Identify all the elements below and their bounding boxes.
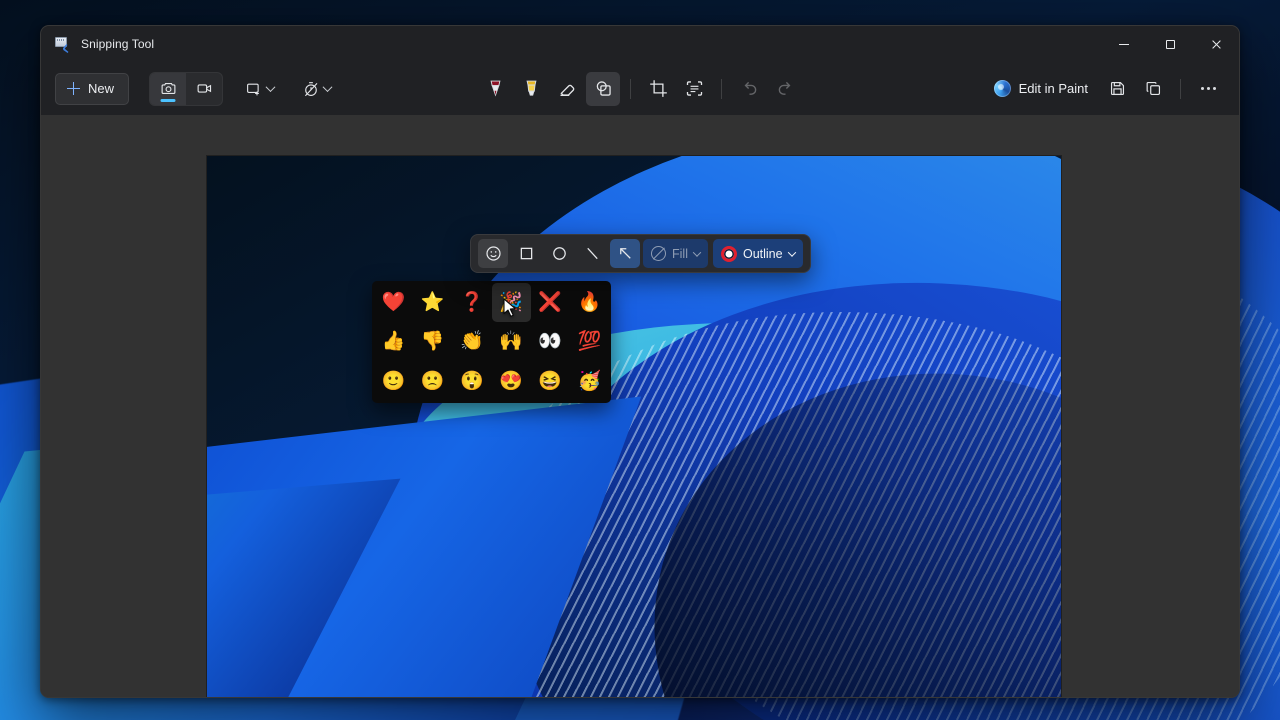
new-snip-label: New xyxy=(88,81,115,96)
crop-button[interactable] xyxy=(641,72,675,106)
clapping-hands-emoji[interactable]: 👏 xyxy=(452,322,491,361)
tool-divider xyxy=(1180,78,1181,99)
pen-icon xyxy=(490,80,500,97)
snipping-tool-window: Snipping Tool New Edit in Paint ❤️ ⭐ ❓ 🎉… xyxy=(40,25,1240,698)
cross-mark-emoji[interactable]: ❌ xyxy=(531,283,570,322)
emoji-tool-button[interactable] xyxy=(478,239,508,268)
thumbs-down-emoji[interactable]: 👎 xyxy=(413,322,452,361)
timer-off-icon xyxy=(304,81,318,96)
command-bar-right: Edit in Paint xyxy=(984,72,1225,106)
title-bar[interactable]: Snipping Tool xyxy=(41,26,1239,62)
paint-app-icon xyxy=(993,80,1011,97)
save-button[interactable] xyxy=(1100,72,1134,106)
highlighter-icon xyxy=(526,80,536,96)
maximize-button[interactable] xyxy=(1147,26,1193,62)
redo-icon xyxy=(778,81,790,95)
annotation-tools xyxy=(478,71,802,106)
edit-in-paint-button[interactable]: Edit in Paint xyxy=(984,73,1098,105)
emoji-picker-panel: ❤️ ⭐ ❓ 🎉 ❌ 🔥 👍 👎 👏 🙌 👀 💯 🙂 🙁 😲 😍 😆 🥳 xyxy=(372,281,611,403)
video-camera-icon xyxy=(197,84,211,93)
redo-button[interactable] xyxy=(768,72,802,106)
close-button[interactable] xyxy=(1193,26,1239,62)
square-tool-button[interactable] xyxy=(511,239,541,268)
astonished-face-emoji[interactable]: 😲 xyxy=(452,362,491,401)
hundred-points-emoji[interactable]: 💯 xyxy=(570,322,609,361)
new-snip-button[interactable]: New xyxy=(55,72,130,105)
raising-hands-emoji[interactable]: 🙌 xyxy=(492,322,531,361)
party-popper-emoji[interactable]: 🎉 xyxy=(491,283,531,323)
line-tool-button[interactable] xyxy=(577,239,607,268)
crop-icon xyxy=(649,80,667,97)
heart-eyes-face-emoji[interactable]: 😍 xyxy=(492,362,531,401)
edit-in-paint-label: Edit in Paint xyxy=(1018,81,1088,96)
window-title: Snipping Tool xyxy=(81,37,155,51)
save-icon xyxy=(1110,81,1124,96)
chevron-down-icon xyxy=(265,82,276,93)
line-icon xyxy=(586,247,598,260)
ballpoint-pen-button[interactable] xyxy=(478,72,512,106)
shapes-button[interactable] xyxy=(586,71,620,106)
shapes-icon xyxy=(596,81,611,96)
arrow-tool-button[interactable] xyxy=(610,239,640,268)
grinning-squinting-face-emoji[interactable]: 😆 xyxy=(531,362,570,401)
copy-icon xyxy=(1146,81,1160,96)
undo-button[interactable] xyxy=(732,72,766,106)
record-mode-button[interactable] xyxy=(186,73,222,105)
rectangle-snip-icon xyxy=(247,83,259,95)
fill-label: Fill xyxy=(672,246,688,261)
minimize-button[interactable] xyxy=(1101,26,1147,62)
circle-icon xyxy=(552,247,566,260)
copy-button[interactable] xyxy=(1136,72,1170,106)
star-emoji[interactable]: ⭐ xyxy=(413,283,452,322)
frowning-face-emoji[interactable]: 🙁 xyxy=(413,362,452,401)
tool-divider xyxy=(630,78,631,99)
text-actions-button[interactable] xyxy=(677,72,711,106)
outline-dropdown[interactable]: Outline xyxy=(712,239,803,268)
partying-face-emoji[interactable]: 🥳 xyxy=(570,362,609,401)
fill-dropdown[interactable]: Fill xyxy=(643,239,708,268)
eraser-icon xyxy=(559,84,574,96)
delay-dropdown[interactable] xyxy=(294,73,337,105)
command-bar: New Edit in Paint xyxy=(41,62,1239,115)
arrow-icon xyxy=(619,248,631,259)
plus-icon xyxy=(67,82,80,95)
ellipsis-icon xyxy=(1200,87,1216,90)
smiley-icon xyxy=(485,246,501,261)
chevron-down-icon xyxy=(692,247,702,257)
eyes-emoji[interactable]: 👀 xyxy=(531,322,570,361)
tool-divider xyxy=(721,78,722,99)
capture-mode-toggle xyxy=(149,71,224,106)
text-actions-icon xyxy=(686,81,702,96)
fire-emoji[interactable]: 🔥 xyxy=(570,283,609,322)
slightly-smiling-face-emoji[interactable]: 🙂 xyxy=(374,362,413,401)
eraser-button[interactable] xyxy=(550,72,584,106)
chevron-down-icon xyxy=(322,82,333,93)
snip-shape-dropdown[interactable] xyxy=(237,73,280,105)
no-fill-icon xyxy=(651,246,666,261)
outline-ring-icon xyxy=(720,245,737,262)
chevron-down-icon xyxy=(787,247,796,257)
canvas-area: ❤️ ⭐ ❓ 🎉 ❌ 🔥 👍 👎 👏 🙌 👀 💯 🙂 🙁 😲 😍 😆 🥳 Fil… xyxy=(41,115,1239,697)
snip-mode-button[interactable] xyxy=(150,72,187,105)
outline-label: Outline xyxy=(742,246,783,261)
shape-toolbar: Fill Outline xyxy=(470,234,811,273)
heart-emoji[interactable]: ❤️ xyxy=(374,283,413,322)
question-mark-emoji[interactable]: ❓ xyxy=(452,283,491,322)
snipping-tool-icon xyxy=(55,36,71,52)
thumbs-up-emoji[interactable]: 👍 xyxy=(374,322,413,361)
window-controls xyxy=(1101,26,1239,62)
square-icon xyxy=(520,247,532,260)
highlighter-button[interactable] xyxy=(514,72,548,106)
undo-icon xyxy=(744,81,756,95)
circle-tool-button[interactable] xyxy=(544,239,574,268)
camera-icon xyxy=(161,82,175,95)
more-options-button[interactable] xyxy=(1191,72,1225,106)
